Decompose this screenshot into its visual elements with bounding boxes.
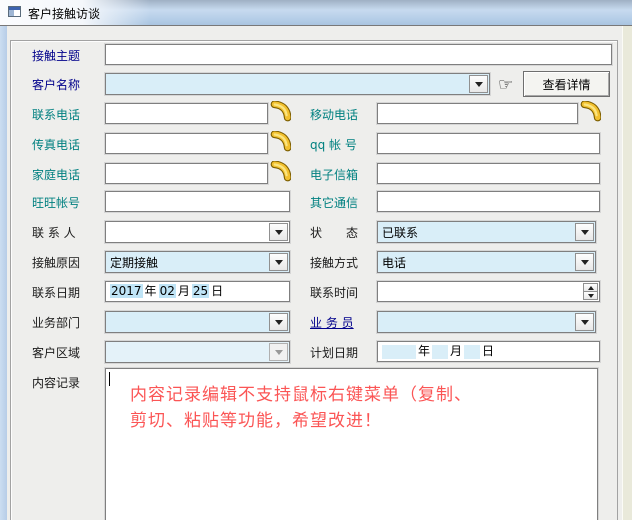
annotation-line-2: 剪切、粘贴等功能，希望改进！ xyxy=(130,406,382,431)
view-detail-button[interactable]: 查看详情 xyxy=(523,71,610,97)
window-title: 客户接触访谈 xyxy=(28,5,100,22)
date-day[interactable]: 25 xyxy=(192,284,209,298)
method-value: 电话 xyxy=(382,254,406,271)
home-phone-label: 家庭电话 xyxy=(32,166,80,183)
reason-value: 定期接触 xyxy=(110,254,158,271)
content-textarea[interactable]: 内容记录编辑不支持鼠标右键菜单（复制、 剪切、粘贴等功能，希望改进！ xyxy=(105,368,598,520)
date-year[interactable]: 2017 xyxy=(110,284,143,298)
chevron-down-icon xyxy=(581,320,589,325)
department-dropdown-button[interactable] xyxy=(269,313,288,331)
status-value: 已联系 xyxy=(382,224,418,241)
mobile-label: 移动电话 xyxy=(310,106,358,123)
reason-label: 接触原因 xyxy=(32,254,80,271)
chevron-down-icon xyxy=(588,294,594,298)
topic-input[interactable] xyxy=(105,44,612,65)
status-label: 状 态 xyxy=(310,224,358,241)
reason-combobox[interactable]: 定期接触 xyxy=(105,251,290,273)
date-month[interactable]: 02 xyxy=(159,284,176,298)
wangwang-label: 旺旺帐号 xyxy=(32,194,80,211)
chevron-down-icon xyxy=(275,350,283,355)
title-bar[interactable]: 客户接触访谈 xyxy=(0,0,632,26)
department-label: 业务部门 xyxy=(32,314,80,331)
phone-icon[interactable] xyxy=(269,131,291,153)
contact-person-combobox[interactable] xyxy=(105,221,290,243)
phone-input[interactable] xyxy=(105,103,268,124)
phone-icon[interactable] xyxy=(579,101,601,123)
other-comm-input[interactable] xyxy=(377,191,600,212)
contact-time-label: 联系时间 xyxy=(310,284,358,301)
plan-month-unit: 月 xyxy=(448,344,464,358)
contact-date-picker[interactable]: 2017年02月25日 xyxy=(105,281,290,302)
text-caret xyxy=(109,372,110,386)
fax-input[interactable] xyxy=(105,133,268,154)
method-dropdown-button[interactable] xyxy=(575,253,594,271)
plan-date-picker[interactable]: 年月日 xyxy=(377,341,600,362)
mobile-input[interactable] xyxy=(377,103,578,124)
status-dropdown-button[interactable] xyxy=(575,223,594,241)
method-combobox[interactable]: 电话 xyxy=(377,251,596,273)
contact-time-picker[interactable]: 19:08:56 xyxy=(377,281,600,302)
plan-date-label: 计划日期 xyxy=(310,344,358,361)
plan-day-segment[interactable] xyxy=(464,345,480,359)
customer-contact-dialog: 客户接触访谈 接触主题 客户名称 ☞ 查看详情 联系电话 移动电话 传真电话 q… xyxy=(0,0,632,520)
email-label: 电子信箱 xyxy=(310,166,358,183)
salesman-label[interactable]: 业 务 员 xyxy=(310,314,354,331)
wangwang-input[interactable] xyxy=(105,191,290,212)
customer-combobox[interactable] xyxy=(105,73,490,95)
email-input[interactable] xyxy=(377,163,600,184)
annotation-line-1: 内容记录编辑不支持鼠标右键菜单（复制、 xyxy=(130,380,472,405)
window-icon xyxy=(7,4,23,20)
date-day-unit: 日 xyxy=(209,284,225,298)
phone-icon[interactable] xyxy=(269,101,291,123)
chevron-up-icon xyxy=(588,286,594,290)
content-label: 内容记录 xyxy=(32,374,80,391)
home-phone-input[interactable] xyxy=(105,163,268,184)
region-label: 客户区域 xyxy=(32,344,80,361)
plan-year-unit: 年 xyxy=(416,344,432,358)
window-right-border xyxy=(622,26,632,520)
topic-label: 接触主题 xyxy=(32,47,80,64)
reason-dropdown-button[interactable] xyxy=(269,253,288,271)
chevron-down-icon xyxy=(475,82,483,87)
status-combobox[interactable]: 已联系 xyxy=(377,221,596,243)
qq-label: qq 帐 号 xyxy=(310,136,357,153)
region-dropdown-button xyxy=(269,343,288,361)
contact-person-dropdown-button[interactable] xyxy=(269,223,288,241)
salesman-dropdown-button[interactable] xyxy=(575,313,594,331)
phone-icon[interactable] xyxy=(269,161,291,183)
salesman-combobox[interactable] xyxy=(377,311,596,333)
pointing-hand-icon[interactable]: ☞ xyxy=(498,77,513,94)
date-year-unit: 年 xyxy=(143,284,159,298)
plan-month-segment[interactable] xyxy=(432,345,448,359)
time-spinner xyxy=(583,283,598,300)
phone-label: 联系电话 xyxy=(32,106,80,123)
chevron-down-icon xyxy=(275,260,283,265)
spin-down-button[interactable] xyxy=(583,292,598,300)
window-left-border xyxy=(0,26,7,520)
date-month-unit: 月 xyxy=(176,284,192,298)
region-combobox-disabled xyxy=(105,341,290,363)
fax-label: 传真电话 xyxy=(32,136,80,153)
plan-year-segment[interactable] xyxy=(382,345,416,359)
department-combobox[interactable] xyxy=(105,311,290,333)
contact-person-label: 联 系 人 xyxy=(32,224,76,241)
method-label: 接触方式 xyxy=(310,254,358,271)
customer-dropdown-button[interactable] xyxy=(469,75,488,93)
contact-date-label: 联系日期 xyxy=(32,284,80,301)
other-comm-label: 其它通信 xyxy=(310,194,358,211)
chevron-down-icon xyxy=(275,320,283,325)
qq-input[interactable] xyxy=(377,133,600,154)
chevron-down-icon xyxy=(275,230,283,235)
chevron-down-icon xyxy=(581,260,589,265)
chevron-down-icon xyxy=(581,230,589,235)
plan-day-unit: 日 xyxy=(480,344,496,358)
spin-up-button[interactable] xyxy=(583,283,598,292)
customer-label: 客户名称 xyxy=(32,76,80,93)
